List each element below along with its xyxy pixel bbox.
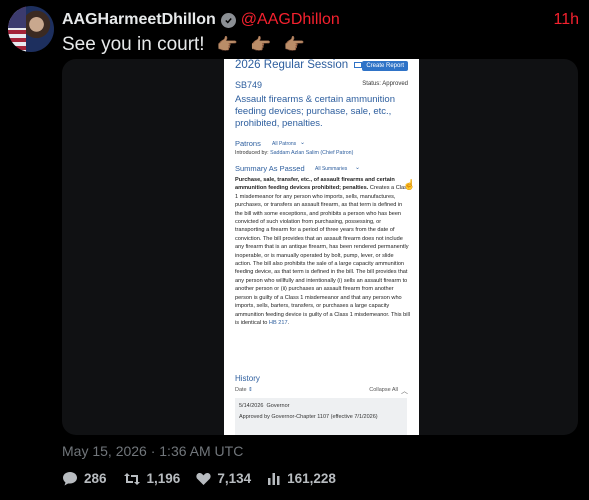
sort-icon: ⇕ (248, 387, 253, 393)
introduced-by: Introduced by: Saddam Azlan Salim (Chief… (235, 150, 353, 156)
repost-count: 1,196 (146, 471, 181, 486)
views-button[interactable]: 161,228 (267, 471, 336, 486)
print-icon (354, 62, 362, 68)
bill-number: SB749 (235, 80, 263, 90)
chevron-up-icon: ︿ (401, 388, 408, 395)
repost-icon (123, 472, 140, 485)
chevron-down-icon: ⌄ (355, 165, 361, 171)
hand-cursor-icon: ☝ (403, 180, 416, 191)
history-entry-action: Approved by Governor-Chapter 1107 (effec… (239, 414, 378, 420)
tweet-text: See you in court! 👉🏽 👉🏽 👉🏽 (62, 34, 305, 56)
repost-button[interactable]: 1,196 (123, 471, 181, 486)
views-count: 161,228 (287, 471, 336, 486)
summary-body: Creates a Class 1 misdemeanor for any pe… (235, 185, 410, 326)
engagement-bar: 286 1,196 7,134 161,228 (62, 471, 352, 486)
pointing-hand-icon: 👉🏽 (250, 35, 272, 54)
pointing-hand-icon: 👉🏽 (283, 35, 305, 54)
reply-button[interactable]: 286 (62, 471, 107, 486)
flag-stars (8, 6, 26, 28)
hb217-link: HB 217 (268, 319, 288, 326)
handle[interactable]: @AAGDhillon (241, 11, 340, 29)
date-column-label: Date ⇕ (235, 387, 253, 393)
history-entry-header: 5/14/2026 Governor (239, 403, 290, 409)
display-name[interactable]: AAGHarmeetDhillon (62, 11, 216, 29)
tweet-body: See you in court! (62, 34, 205, 55)
session-title: 2026 Regular Session (235, 59, 349, 71)
views-icon (268, 473, 280, 485)
history-entry: 5/14/2026 Governor Approved by Governor-… (235, 398, 407, 435)
create-report-button: Create Report (362, 61, 408, 71)
summary-heading: Summary As Passed (235, 164, 305, 173)
reply-icon (63, 472, 77, 486)
time-ago[interactable]: 11h (553, 11, 579, 29)
tweet-header: AAGHarmeetDhillon @AAGDhillon 11h (62, 10, 579, 30)
bill-title: Assault firearms & certain ammunition fe… (235, 94, 395, 129)
tweet-media[interactable]: 2026 Regular Session Create Report SB749… (62, 59, 578, 435)
collapse-all-link: Collapse All (369, 387, 398, 393)
heart-icon (196, 472, 211, 485)
all-summaries-link: All Summaries (315, 166, 348, 172)
introduced-by-label: Introduced by: (235, 150, 269, 156)
like-count: 7,134 (217, 471, 252, 486)
like-button[interactable]: 7,134 (196, 471, 251, 486)
history-heading: History (235, 374, 260, 383)
tweet-timestamp[interactable]: May 15, 2026 · 1:36 AM UTC (62, 443, 243, 459)
bill-screenshot: 2026 Regular Session Create Report SB749… (224, 59, 419, 435)
all-patrons-link: All Patrons (272, 141, 297, 147)
pointing-hand-icon: 👉🏽 (216, 35, 239, 54)
summary-text: Purchase, sale, transfer, etc., of assau… (235, 177, 410, 326)
avatar[interactable] (8, 6, 54, 52)
reply-count: 286 (84, 471, 107, 486)
verified-icon (220, 12, 236, 28)
bill-status: Status: Approved (362, 81, 408, 87)
patrons-heading: Patrons (235, 139, 261, 148)
chevron-down-icon: ⌄ (300, 140, 306, 146)
chief-patron-link: Saddam Azlan Salim (Chief Patron) (270, 150, 354, 156)
